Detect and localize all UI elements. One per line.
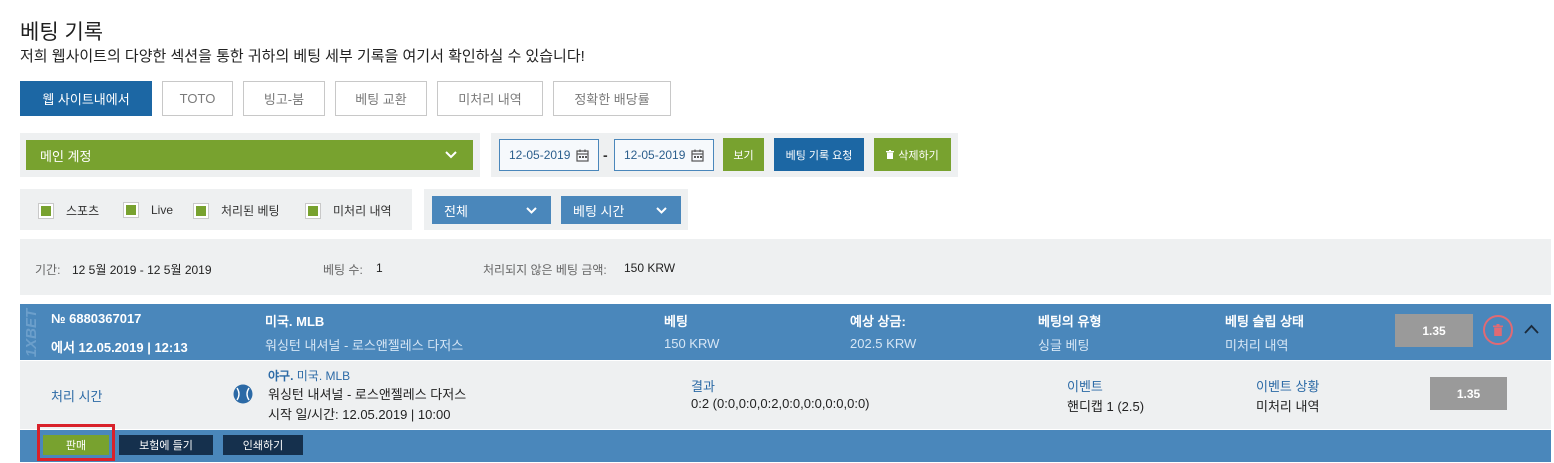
winnings-value: 202.5 KRW (850, 336, 917, 351)
settle-time-label: 처리 시간 (51, 389, 103, 404)
calendar-icon (576, 149, 589, 162)
view-button[interactable]: 보기 (723, 138, 764, 171)
detail-odds: 1.35 (1430, 377, 1507, 410)
time-dropdown-value: 베팅 시간 (573, 203, 625, 219)
sport-name: 야구. (268, 369, 294, 383)
event-status-label: 이벤트 상황 (1256, 379, 1320, 394)
bet-count-value: 1 (376, 261, 383, 275)
trash-icon (1493, 324, 1503, 336)
sport-league: 야구. 미국. MLB (268, 367, 350, 384)
checkbox-live-box[interactable] (123, 202, 139, 218)
checkbox-unsettled[interactable]: 미처리 내역 (305, 202, 392, 219)
delete-button[interactable]: 삭제하기 (874, 138, 951, 171)
bet-detail-row: 처리 시간 야구. 미국. MLB 워싱턴 내셔널 - 로스앤젤레스 다저스 시… (20, 361, 1551, 429)
slip-status-value: 미처리 내역 (1225, 338, 1289, 353)
tab-bingo[interactable]: 빙고-붐 (243, 81, 325, 116)
league-name: 미국. MLB (296, 369, 351, 383)
detail-match: 워싱턴 내셔널 - 로스앤젤레스 다저스 (268, 387, 467, 402)
checkbox-sports[interactable]: 스포츠 (38, 202, 99, 219)
period-value: 12 5월 2019 - 12 5월 2019 (72, 263, 212, 277)
bet-row[interactable]: 1XBET № 6880367017 에서 12.05.2019 | 12:13… (20, 304, 1551, 360)
tab-exact-odds[interactable]: 정확한 배당률 (553, 81, 671, 116)
bet-type-label: 베팅의 유형 (1038, 314, 1102, 329)
bet-type-value: 싱글 베팅 (1038, 338, 1090, 353)
result-label: 결과 (691, 379, 715, 394)
checkbox-settled[interactable]: 처리된 베팅 (193, 202, 280, 219)
checkbox-sports-box[interactable] (38, 202, 54, 219)
print-button[interactable]: 인쇄하기 (223, 435, 303, 455)
stake-label: 베팅 (664, 314, 688, 329)
date-to-value: 12-05-2019 (624, 148, 686, 162)
trash-icon (886, 150, 895, 159)
page-subtitle: 저희 웹사이트의 다양한 섹션을 통한 귀하의 베팅 세부 기록을 여기서 확인… (20, 48, 585, 65)
bet-count-label: 베팅 수: (323, 263, 363, 277)
date-separator: - (603, 147, 608, 163)
calendar-icon (691, 149, 704, 162)
checkbox-settled-box[interactable] (193, 202, 209, 219)
chevron-down-icon (656, 206, 667, 214)
period-label: 기간: (35, 263, 61, 277)
sell-highlight-frame (37, 424, 115, 461)
tab-unsettled[interactable]: 미처리 내역 (437, 81, 543, 116)
time-dropdown[interactable]: 베팅 시간 (561, 196, 681, 224)
checkbox-settled-label: 처리된 베팅 (221, 204, 280, 218)
checkbox-unsettled-label: 미처리 내역 (333, 204, 392, 218)
detail-start-time: 시작 일/시간: 12.05.2019 | 10:00 (268, 407, 451, 422)
summary-bar (20, 239, 1551, 295)
delete-bet-button[interactable] (1483, 315, 1513, 345)
unsettled-amount-value: 150 KRW (624, 261, 676, 275)
checkbox-live-label: Live (151, 203, 174, 217)
unsettled-amount-label: 처리되지 않은 베팅 금액: (483, 263, 607, 277)
date-from-value: 12-05-2019 (509, 148, 571, 162)
baseball-icon (233, 384, 253, 404)
bet-odds: 1.35 (1395, 314, 1473, 347)
tab-toto[interactable]: TOTO (162, 81, 233, 116)
chevron-up-icon[interactable] (1524, 324, 1539, 334)
bet-datetime: 에서 12.05.2019 | 12:13 (51, 340, 188, 355)
delete-label: 삭제하기 (898, 149, 939, 162)
chevron-down-icon (526, 206, 537, 214)
chevron-down-icon (445, 151, 457, 159)
date-from-input[interactable]: 12-05-2019 (499, 139, 599, 171)
bet-league: 미국. MLB (265, 314, 325, 329)
checkbox-live[interactable]: Live (123, 202, 173, 218)
event-label: 이벤트 (1067, 379, 1103, 394)
checkbox-sports-label: 스포츠 (66, 204, 100, 218)
insure-button[interactable]: 보험에 들기 (119, 435, 213, 455)
type-dropdown-value: 전체 (444, 203, 468, 219)
account-select[interactable]: 메인 계정 (26, 140, 473, 170)
winnings-label: 예상 상금: (850, 314, 906, 329)
tab-bet-exchange[interactable]: 베팅 교환 (335, 81, 427, 116)
event-status-value: 미처리 내역 (1256, 399, 1320, 414)
event-value: 핸디캡 1 (2.5) (1067, 399, 1145, 414)
date-to-input[interactable]: 12-05-2019 (614, 139, 714, 171)
tab-website[interactable]: 웹 사이트내에서 (20, 81, 152, 116)
page-title: 베팅 기록 (20, 21, 104, 44)
request-history-button[interactable]: 베팅 기록 요청 (774, 138, 864, 171)
checkbox-unsettled-box[interactable] (305, 202, 321, 219)
type-dropdown[interactable]: 전체 (432, 196, 551, 224)
bet-id: № 6880367017 (51, 311, 142, 326)
slip-status-label: 베팅 슬립 상태 (1225, 314, 1304, 329)
brand-watermark: 1XBET (22, 308, 40, 358)
account-label: 메인 계정 (40, 148, 92, 164)
stake-value: 150 KRW (664, 336, 720, 351)
result-value: 0:2 (0:0,0:0,0:2,0:0,0:0,0:0,0:0) (691, 396, 870, 411)
bet-match: 워싱턴 내셔널 - 로스앤젤레스 다저스 (265, 338, 464, 353)
